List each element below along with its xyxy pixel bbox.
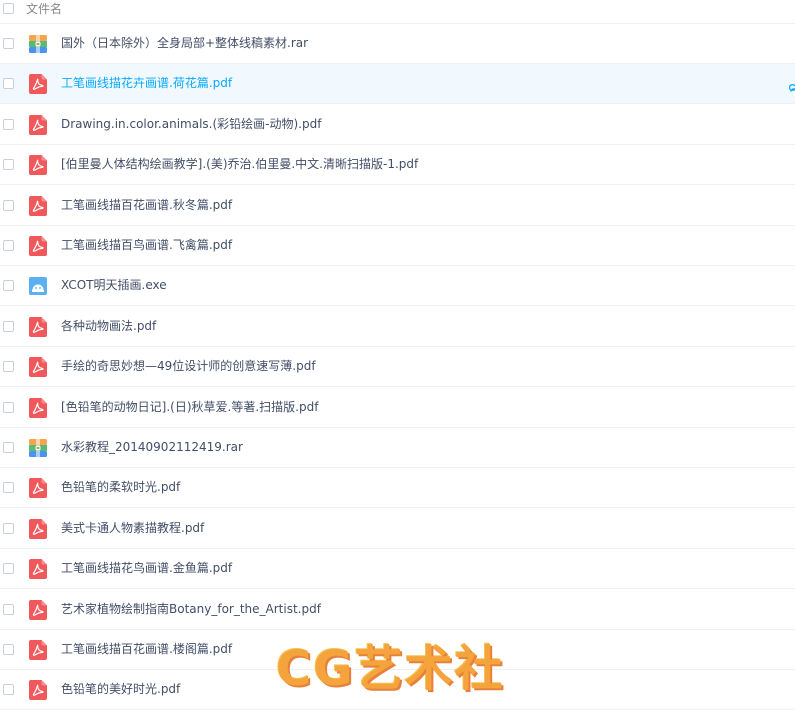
file-name-link[interactable]: 工笔画线描百鸟画谱.飞禽篇.pdf (61, 237, 232, 254)
file-name-link[interactable]: 艺术家植物绘制指南Botany_for_the_Artist.pdf (61, 601, 321, 618)
pdf-icon (29, 114, 47, 135)
file-row-checkbox[interactable] (3, 442, 14, 453)
file-name-link[interactable]: [色铅笔的动物日记].(日)秋草爱.等著.扫描版.pdf (61, 399, 318, 416)
pdf-icon (29, 640, 47, 660)
pdf-icon (29, 74, 47, 95)
file-row-checkbox[interactable] (3, 78, 14, 90)
file-name-link[interactable]: 工笔画线描百花画谱.秋冬篇.pdf (61, 197, 232, 214)
file-list: 文件名 国外（日本除外）全身局部+整体线稿素材.rar 工笔画线描花卉画谱.荷花篇… (0, 0, 795, 710)
file-name-link[interactable]: 色铅笔的柔软时光.pdf (61, 479, 180, 496)
file-row[interactable]: 工笔画线描花鸟画谱.金鱼篇.pdf (0, 549, 795, 590)
file-row-checkbox[interactable] (3, 361, 14, 373)
file-name-link[interactable]: 工笔画线描百花画谱.楼阁篇.pdf (61, 641, 232, 658)
file-row[interactable]: XCOT明天插画.exe (0, 266, 795, 307)
file-row[interactable]: Drawing.in.color.animals.(彩铅绘画-动物).pdf (0, 105, 795, 145)
pdf-icon (29, 680, 47, 701)
file-row[interactable]: 工笔画线描百花画谱.楼阁篇.pdf (0, 630, 795, 670)
file-row-checkbox[interactable] (3, 38, 14, 49)
pdf-icon (29, 599, 47, 620)
file-name-link[interactable]: 色铅笔的美好时光.pdf (61, 681, 180, 698)
file-row[interactable]: 手绘的奇思妙想—49位设计师的创意速写薄.pdf (0, 347, 795, 388)
file-row[interactable]: [伯里曼人体结构绘画教学].(美)乔治.伯里曼.中文.清晰扫描版-1.pdf (0, 145, 795, 186)
file-row-checkbox[interactable] (3, 644, 14, 655)
file-name-link[interactable]: [伯里曼人体结构绘画教学].(美)乔治.伯里曼.中文.清晰扫描版-1.pdf (61, 156, 418, 173)
file-list-header: 文件名 (0, 0, 795, 24)
file-row-checkbox[interactable] (3, 199, 14, 211)
file-row[interactable]: [色铅笔的动物日记].(日)秋草爱.等著.扫描版.pdf (0, 388, 795, 428)
file-name-link[interactable]: Drawing.in.color.animals.(彩铅绘画-动物).pdf (61, 116, 321, 133)
pdf-icon (29, 195, 47, 216)
pdf-icon (29, 397, 47, 418)
pdf-icon (29, 518, 47, 539)
file-row-checkbox[interactable] (3, 118, 14, 130)
file-row[interactable]: 色铅笔的美好时光.pdf (0, 670, 795, 710)
pdf-icon (29, 155, 47, 176)
file-row[interactable]: 色铅笔的柔软时光.pdf (0, 468, 795, 509)
file-row-checkbox[interactable] (3, 159, 14, 171)
pdf-icon (29, 478, 47, 499)
file-name-link[interactable]: 水彩教程_20140902112419.rar (61, 439, 243, 456)
file-name-link[interactable]: 各种动物画法.pdf (61, 318, 156, 335)
file-row-checkbox[interactable] (3, 320, 14, 332)
pdf-icon (29, 236, 47, 256)
file-row-checkbox[interactable] (3, 401, 14, 413)
exe-icon (29, 276, 47, 296)
file-row[interactable]: 美式卡通人物素描教程.pdf (0, 509, 795, 549)
file-row-checkbox[interactable] (3, 482, 14, 494)
file-row-checkbox[interactable] (3, 240, 14, 251)
file-row-checkbox[interactable] (3, 603, 14, 615)
pdf-icon (29, 357, 47, 378)
file-name-link[interactable]: 工笔画线描花鸟画谱.金鱼篇.pdf (61, 560, 232, 577)
file-row[interactable]: 工笔画线描百花画谱.秋冬篇.pdf (0, 186, 795, 226)
archive-icon (29, 34, 47, 54)
file-name-link[interactable]: XCOT明天插画.exe (61, 277, 167, 294)
file-name-link[interactable]: 美式卡通人物素描教程.pdf (61, 520, 204, 537)
file-name-link[interactable]: 工笔画线描花卉画谱.荷花篇.pdf (61, 75, 232, 92)
file-row-checkbox[interactable] (3, 522, 14, 534)
file-row[interactable]: 国外（日本除外）全身局部+整体线稿素材.rar (0, 24, 795, 64)
file-row[interactable]: 艺术家植物绘制指南Botany_for_the_Artist.pdf (0, 590, 795, 630)
file-row-checkbox[interactable] (3, 684, 14, 696)
file-row-checkbox[interactable] (3, 280, 14, 292)
file-row[interactable]: 各种动物画法.pdf (0, 307, 795, 347)
file-row[interactable]: 工笔画线描花卉画谱.荷花篇.pdf (0, 64, 795, 105)
file-row[interactable]: 水彩教程_20140902112419.rar (0, 428, 795, 468)
pdf-icon (29, 559, 47, 580)
share-link-icon[interactable] (788, 79, 795, 93)
file-name-link[interactable]: 手绘的奇思妙想—49位设计师的创意速写薄.pdf (61, 358, 316, 375)
column-header-filename[interactable]: 文件名 (26, 1, 62, 17)
pdf-icon (29, 316, 47, 337)
file-name-link[interactable]: 国外（日本除外）全身局部+整体线稿素材.rar (61, 35, 308, 52)
file-row-checkbox[interactable] (3, 563, 14, 575)
select-all-checkbox[interactable] (3, 3, 14, 14)
file-row[interactable]: 工笔画线描百鸟画谱.飞禽篇.pdf (0, 226, 795, 266)
archive-icon (29, 438, 47, 458)
